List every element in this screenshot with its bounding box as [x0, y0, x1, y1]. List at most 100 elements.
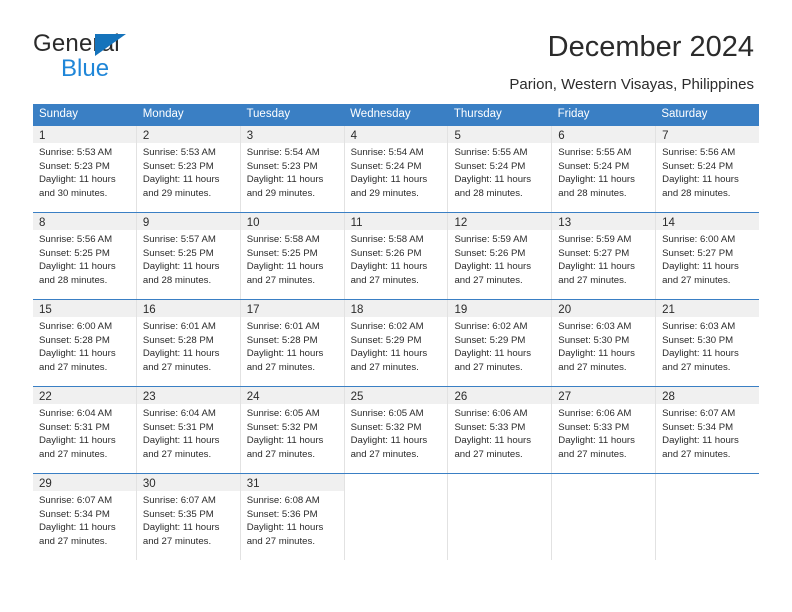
- sunset-text: Sunset: 5:23 PM: [39, 160, 110, 172]
- daylight-text: Daylight: 11 hours and 27 minutes.: [350, 435, 428, 460]
- day-cell[interactable]: 15 Sunrise: 6:00 AM Sunset: 5:28 PM Dayl…: [33, 300, 136, 386]
- day-cell[interactable]: 20 Sunrise: 6:03 AM Sunset: 5:30 PM Dayl…: [551, 300, 656, 386]
- sunrise-text: Sunrise: 5:55 AM: [454, 147, 528, 158]
- sunset-text: Sunset: 5:24 PM: [454, 160, 526, 172]
- logo-triangle-icon: [95, 34, 126, 56]
- day-number: 27: [558, 391, 572, 403]
- sunset-text: Sunset: 5:23 PM: [246, 160, 318, 172]
- sunset-text: Sunset: 5:32 PM: [246, 421, 318, 433]
- day-cell[interactable]: 1 Sunrise: 5:53 AM Sunset: 5:23 PM Dayli…: [33, 126, 136, 212]
- day-number-band: [552, 474, 655, 491]
- sunrise-text: Sunrise: 5:54 AM: [246, 147, 320, 158]
- day-cell[interactable]: 5 Sunrise: 5:55 AM Sunset: 5:24 PM Dayli…: [447, 126, 552, 212]
- day-cell-empty: [343, 474, 448, 560]
- week-row: 22 Sunrise: 6:04 AM Sunset: 5:31 PM Dayl…: [33, 386, 760, 473]
- day-number-band: 3: [240, 126, 344, 143]
- day-number: 21: [662, 304, 675, 316]
- day-number-band: 20: [552, 300, 656, 317]
- day-cell[interactable]: 2 Sunrise: 5:53 AM Sunset: 5:23 PM Dayli…: [135, 126, 240, 212]
- day-cell[interactable]: 4 Sunrise: 5:54 AM Sunset: 5:24 PM Dayli…: [343, 126, 448, 212]
- sunrise-text: Sunrise: 6:02 AM: [350, 321, 424, 332]
- day-cell[interactable]: 12 Sunrise: 5:59 AM Sunset: 5:26 PM Dayl…: [447, 213, 552, 299]
- day-number: 24: [246, 391, 260, 403]
- weekday-sunday: Sunday: [39, 108, 79, 120]
- daylight-text: Daylight: 11 hours and 27 minutes.: [246, 348, 324, 373]
- day-cell[interactable]: 30 Sunrise: 6:07 AM Sunset: 5:35 PM Dayl…: [135, 474, 240, 560]
- day-cell[interactable]: 25 Sunrise: 6:05 AM Sunset: 5:32 PM Dayl…: [343, 387, 448, 473]
- sunset-text: Sunset: 5:28 PM: [142, 334, 214, 346]
- day-cell[interactable]: 9 Sunrise: 5:57 AM Sunset: 5:25 PM Dayli…: [135, 213, 240, 299]
- day-info: Sunrise: 5:57 AM Sunset: 5:25 PM Dayligh…: [137, 230, 240, 287]
- day-info: Sunrise: 6:02 AM Sunset: 5:29 PM Dayligh…: [345, 317, 448, 374]
- sunrise-text: Sunrise: 5:56 AM: [662, 147, 736, 158]
- day-number-band: 14: [656, 213, 760, 230]
- day-number-band: 15: [33, 300, 136, 317]
- day-info: Sunrise: 6:05 AM Sunset: 5:32 PM Dayligh…: [345, 404, 448, 461]
- day-info: Sunrise: 5:58 AM Sunset: 5:25 PM Dayligh…: [241, 230, 344, 287]
- daylight-text: Daylight: 11 hours and 27 minutes.: [558, 261, 635, 286]
- day-cell[interactable]: 10 Sunrise: 5:58 AM Sunset: 5:25 PM Dayl…: [239, 213, 344, 299]
- day-cell[interactable]: 17 Sunrise: 6:01 AM Sunset: 5:28 PM Dayl…: [239, 300, 344, 386]
- day-number: 6: [558, 130, 565, 142]
- week-row: 8 Sunrise: 5:56 AM Sunset: 5:25 PM Dayli…: [33, 212, 760, 299]
- daylight-text: Daylight: 11 hours and 29 minutes.: [246, 174, 324, 199]
- day-cell[interactable]: 31 Sunrise: 6:08 AM Sunset: 5:36 PM Dayl…: [239, 474, 344, 560]
- day-cell[interactable]: 11 Sunrise: 5:58 AM Sunset: 5:26 PM Dayl…: [343, 213, 448, 299]
- daylight-text: Daylight: 11 hours and 27 minutes.: [454, 435, 532, 460]
- calendar-grid: Sunday Monday Tuesday Wednesday Thursday…: [33, 104, 760, 560]
- day-cell[interactable]: 13 Sunrise: 5:59 AM Sunset: 5:27 PM Dayl…: [551, 213, 656, 299]
- daylight-text: Daylight: 11 hours and 28 minutes.: [39, 261, 116, 286]
- calendar-page: General Blue December 2024 Parion, Weste…: [0, 0, 792, 612]
- day-cell[interactable]: 7 Sunrise: 5:56 AM Sunset: 5:24 PM Dayli…: [655, 126, 760, 212]
- sunrise-text: Sunrise: 6:07 AM: [662, 408, 736, 419]
- day-info: Sunrise: 6:01 AM Sunset: 5:28 PM Dayligh…: [241, 317, 344, 374]
- day-cell[interactable]: 29 Sunrise: 6:07 AM Sunset: 5:34 PM Dayl…: [33, 474, 136, 560]
- sunrise-text: Sunrise: 6:08 AM: [246, 495, 320, 506]
- day-number-band: 12: [448, 213, 552, 230]
- day-number: 28: [662, 391, 675, 403]
- day-number-band: 26: [448, 387, 552, 404]
- day-info: Sunrise: 6:03 AM Sunset: 5:30 PM Dayligh…: [656, 317, 759, 374]
- day-number: 8: [39, 217, 46, 229]
- day-number: 23: [142, 391, 156, 403]
- day-info: Sunrise: 6:04 AM Sunset: 5:31 PM Dayligh…: [33, 404, 136, 461]
- day-cell[interactable]: 19 Sunrise: 6:02 AM Sunset: 5:29 PM Dayl…: [447, 300, 552, 386]
- day-number-band: 10: [240, 213, 344, 230]
- day-number-band: 21: [656, 300, 760, 317]
- day-info: Sunrise: 6:03 AM Sunset: 5:30 PM Dayligh…: [552, 317, 655, 374]
- day-cell[interactable]: 24 Sunrise: 6:05 AM Sunset: 5:32 PM Dayl…: [239, 387, 344, 473]
- day-cell[interactable]: 22 Sunrise: 6:04 AM Sunset: 5:31 PM Dayl…: [33, 387, 136, 473]
- day-number-band: 29: [33, 474, 136, 491]
- sunset-text: Sunset: 5:31 PM: [142, 421, 214, 433]
- day-cell[interactable]: 27 Sunrise: 6:06 AM Sunset: 5:33 PM Dayl…: [551, 387, 656, 473]
- day-info: Sunrise: 6:07 AM Sunset: 5:34 PM Dayligh…: [656, 404, 759, 461]
- sunset-text: Sunset: 5:25 PM: [39, 247, 110, 259]
- week-row: 15 Sunrise: 6:00 AM Sunset: 5:28 PM Dayl…: [33, 299, 760, 386]
- sunrise-text: Sunrise: 6:00 AM: [662, 234, 736, 245]
- day-cell[interactable]: 18 Sunrise: 6:02 AM Sunset: 5:29 PM Dayl…: [343, 300, 448, 386]
- day-cell[interactable]: 28 Sunrise: 6:07 AM Sunset: 5:34 PM Dayl…: [655, 387, 760, 473]
- day-cell[interactable]: 8 Sunrise: 5:56 AM Sunset: 5:25 PM Dayli…: [33, 213, 136, 299]
- day-number-band: 22: [33, 387, 136, 404]
- day-number: 14: [662, 217, 675, 229]
- logo-blue-text: Blue: [61, 55, 110, 82]
- daylight-text: Daylight: 11 hours and 27 minutes.: [39, 435, 116, 460]
- day-cell[interactable]: 16 Sunrise: 6:01 AM Sunset: 5:28 PM Dayl…: [135, 300, 240, 386]
- daylight-text: Daylight: 11 hours and 28 minutes.: [454, 174, 532, 199]
- sunset-text: Sunset: 5:34 PM: [39, 508, 110, 520]
- day-cell[interactable]: 6 Sunrise: 5:55 AM Sunset: 5:24 PM Dayli…: [551, 126, 656, 212]
- sunset-text: Sunset: 5:25 PM: [246, 247, 318, 259]
- day-number: 16: [142, 304, 156, 316]
- sunrise-text: Sunrise: 6:07 AM: [142, 495, 216, 506]
- day-cell[interactable]: 14 Sunrise: 6:00 AM Sunset: 5:27 PM Dayl…: [655, 213, 760, 299]
- day-info: Sunrise: 5:53 AM Sunset: 5:23 PM Dayligh…: [137, 143, 240, 200]
- day-cell[interactable]: 21 Sunrise: 6:03 AM Sunset: 5:30 PM Dayl…: [655, 300, 760, 386]
- day-cell[interactable]: 26 Sunrise: 6:06 AM Sunset: 5:33 PM Dayl…: [447, 387, 552, 473]
- day-info: Sunrise: 6:00 AM Sunset: 5:28 PM Dayligh…: [33, 317, 136, 374]
- day-cell[interactable]: 23 Sunrise: 6:04 AM Sunset: 5:31 PM Dayl…: [135, 387, 240, 473]
- day-cell[interactable]: 3 Sunrise: 5:54 AM Sunset: 5:23 PM Dayli…: [239, 126, 344, 212]
- day-number-band: 19: [448, 300, 552, 317]
- day-number-band: 23: [136, 387, 240, 404]
- day-number: 15: [39, 304, 52, 316]
- sunrise-text: Sunrise: 5:57 AM: [142, 234, 216, 245]
